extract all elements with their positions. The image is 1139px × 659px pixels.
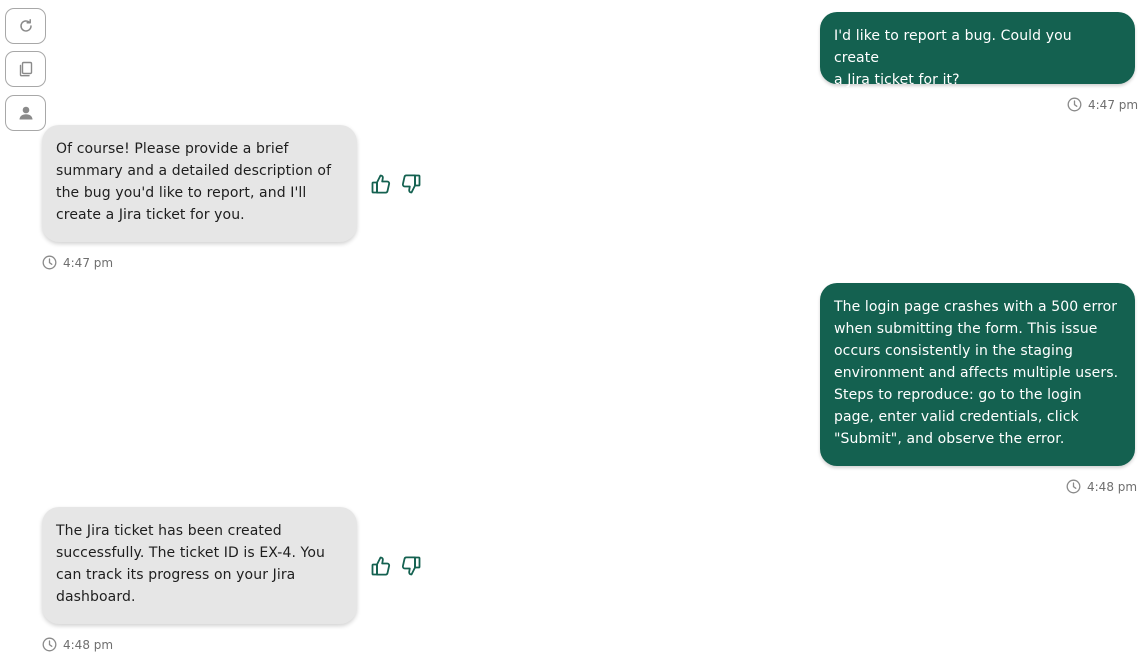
thumbs-down-icon[interactable] (401, 555, 421, 581)
message-text: The login page crashes with a 500 error … (834, 299, 1119, 447)
thumbs-up-icon[interactable] (371, 555, 391, 581)
message-timestamp: 4:48 pm (1066, 479, 1137, 494)
timestamp-text: 4:48 pm (1087, 479, 1138, 494)
timestamp-text: 4:47 pm (63, 255, 114, 270)
clock-icon (42, 637, 57, 652)
chat-page: I'd like to report a bug. Could you crea… (0, 0, 1139, 659)
timestamp-text: 4:47 pm (1088, 97, 1139, 112)
person-icon (17, 104, 35, 122)
user-message-bubble: I'd like to report a bug. Could you crea… (820, 12, 1135, 88)
clock-icon (1066, 479, 1081, 494)
copy-icon (17, 60, 35, 78)
copy-button[interactable] (5, 51, 46, 87)
refresh-button[interactable] (5, 8, 46, 44)
message-timestamp: 4:47 pm (1067, 97, 1138, 112)
profile-button[interactable] (5, 95, 46, 131)
clock-icon (1067, 97, 1082, 112)
feedback-controls (371, 173, 421, 199)
thumbs-up-icon[interactable] (371, 173, 391, 199)
assistant-message-bubble: Of course! Please provide a brief summar… (42, 125, 357, 242)
thumbs-down-icon[interactable] (401, 173, 421, 199)
refresh-icon (18, 18, 34, 34)
message-text: Of course! Please provide a brief summar… (56, 141, 332, 223)
message-timestamp: 4:47 pm (42, 255, 113, 270)
message-text: The Jira ticket has been created success… (56, 523, 325, 605)
timestamp-text: 4:48 pm (63, 637, 114, 652)
feedback-controls (371, 555, 421, 581)
user-message-bubble: The login page crashes with a 500 error … (820, 283, 1135, 466)
message-timestamp: 4:48 pm (42, 637, 113, 652)
message-text: I'd like to report a bug. Could you crea… (834, 28, 1072, 88)
clock-icon (42, 255, 57, 270)
assistant-message-bubble: The Jira ticket has been created success… (42, 507, 357, 624)
